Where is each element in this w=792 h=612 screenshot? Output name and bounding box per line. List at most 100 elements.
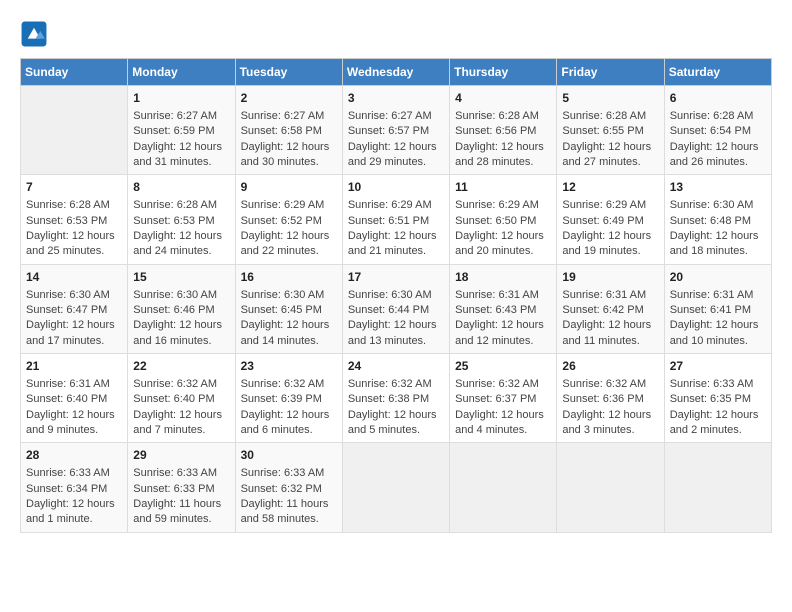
day-number: 15 [133,269,229,286]
cell-content: Sunrise: 6:28 AM [455,109,551,124]
calendar-cell: 6Sunrise: 6:28 AMSunset: 6:54 PMDaylight… [664,86,771,175]
cell-content: Daylight: 12 hours and 16 minutes. [133,318,229,349]
calendar-cell: 12Sunrise: 6:29 AMSunset: 6:49 PMDayligh… [557,175,664,264]
calendar-header: SundayMondayTuesdayWednesdayThursdayFrid… [21,59,772,86]
cell-content: Daylight: 12 hours and 17 minutes. [26,318,122,349]
calendar-cell: 2Sunrise: 6:27 AMSunset: 6:58 PMDaylight… [235,86,342,175]
cell-content: Daylight: 12 hours and 14 minutes. [241,318,337,349]
day-number: 22 [133,358,229,375]
cell-content: Sunrise: 6:30 AM [348,288,444,303]
cell-content: Sunrise: 6:31 AM [455,288,551,303]
calendar-cell [342,443,449,532]
calendar-cell: 17Sunrise: 6:30 AMSunset: 6:44 PMDayligh… [342,264,449,353]
calendar-cell: 7Sunrise: 6:28 AMSunset: 6:53 PMDaylight… [21,175,128,264]
calendar-cell [450,443,557,532]
cell-content: Daylight: 12 hours and 19 minutes. [562,229,658,260]
cell-content: Daylight: 11 hours and 59 minutes. [133,497,229,528]
cell-content: Daylight: 12 hours and 20 minutes. [455,229,551,260]
day-number: 13 [670,179,766,196]
cell-content: Sunset: 6:37 PM [455,392,551,407]
cell-content: Sunrise: 6:32 AM [562,377,658,392]
cell-content: Sunrise: 6:30 AM [26,288,122,303]
header-row: SundayMondayTuesdayWednesdayThursdayFrid… [21,59,772,86]
cell-content: Daylight: 12 hours and 12 minutes. [455,318,551,349]
day-number: 17 [348,269,444,286]
cell-content: Daylight: 12 hours and 18 minutes. [670,229,766,260]
cell-content: Sunset: 6:54 PM [670,124,766,139]
calendar-cell: 1Sunrise: 6:27 AMSunset: 6:59 PMDaylight… [128,86,235,175]
calendar-cell: 13Sunrise: 6:30 AMSunset: 6:48 PMDayligh… [664,175,771,264]
cell-content: Daylight: 12 hours and 5 minutes. [348,408,444,439]
cell-content: Sunrise: 6:30 AM [133,288,229,303]
cell-content: Daylight: 12 hours and 29 minutes. [348,140,444,171]
day-number: 9 [241,179,337,196]
calendar-cell [664,443,771,532]
cell-content: Daylight: 11 hours and 58 minutes. [241,497,337,528]
cell-content: Sunset: 6:48 PM [670,214,766,229]
cell-content: Sunrise: 6:32 AM [133,377,229,392]
calendar-cell: 11Sunrise: 6:29 AMSunset: 6:50 PMDayligh… [450,175,557,264]
cell-content: Daylight: 12 hours and 3 minutes. [562,408,658,439]
cell-content: Sunrise: 6:31 AM [562,288,658,303]
cell-content: Sunrise: 6:28 AM [133,198,229,213]
cell-content: Daylight: 12 hours and 30 minutes. [241,140,337,171]
day-number: 12 [562,179,658,196]
calendar-cell: 29Sunrise: 6:33 AMSunset: 6:33 PMDayligh… [128,443,235,532]
cell-content: Daylight: 12 hours and 31 minutes. [133,140,229,171]
cell-content: Sunrise: 6:29 AM [455,198,551,213]
cell-content: Sunset: 6:52 PM [241,214,337,229]
logo [20,20,52,48]
week-row-1: 7Sunrise: 6:28 AMSunset: 6:53 PMDaylight… [21,175,772,264]
cell-content: Sunset: 6:49 PM [562,214,658,229]
calendar-cell: 23Sunrise: 6:32 AMSunset: 6:39 PMDayligh… [235,354,342,443]
cell-content: Daylight: 12 hours and 27 minutes. [562,140,658,171]
cell-content: Daylight: 12 hours and 28 minutes. [455,140,551,171]
calendar-cell: 19Sunrise: 6:31 AMSunset: 6:42 PMDayligh… [557,264,664,353]
header-sunday: Sunday [21,59,128,86]
header-monday: Monday [128,59,235,86]
cell-content: Sunset: 6:50 PM [455,214,551,229]
cell-content: Daylight: 12 hours and 11 minutes. [562,318,658,349]
calendar-cell [21,86,128,175]
calendar-cell: 28Sunrise: 6:33 AMSunset: 6:34 PMDayligh… [21,443,128,532]
cell-content: Daylight: 12 hours and 6 minutes. [241,408,337,439]
day-number: 8 [133,179,229,196]
cell-content: Sunrise: 6:33 AM [241,466,337,481]
week-row-0: 1Sunrise: 6:27 AMSunset: 6:59 PMDaylight… [21,86,772,175]
day-number: 7 [26,179,122,196]
cell-content: Sunrise: 6:29 AM [241,198,337,213]
cell-content: Sunset: 6:47 PM [26,303,122,318]
cell-content: Sunrise: 6:27 AM [133,109,229,124]
calendar-cell [557,443,664,532]
cell-content: Sunset: 6:45 PM [241,303,337,318]
day-number: 25 [455,358,551,375]
cell-content: Daylight: 12 hours and 9 minutes. [26,408,122,439]
calendar-cell: 14Sunrise: 6:30 AMSunset: 6:47 PMDayligh… [21,264,128,353]
cell-content: Daylight: 12 hours and 24 minutes. [133,229,229,260]
day-number: 4 [455,90,551,107]
calendar-cell: 5Sunrise: 6:28 AMSunset: 6:55 PMDaylight… [557,86,664,175]
calendar-cell: 20Sunrise: 6:31 AMSunset: 6:41 PMDayligh… [664,264,771,353]
cell-content: Sunrise: 6:27 AM [348,109,444,124]
calendar-cell: 18Sunrise: 6:31 AMSunset: 6:43 PMDayligh… [450,264,557,353]
week-row-2: 14Sunrise: 6:30 AMSunset: 6:47 PMDayligh… [21,264,772,353]
cell-content: Sunset: 6:44 PM [348,303,444,318]
cell-content: Sunrise: 6:33 AM [133,466,229,481]
cell-content: Sunrise: 6:28 AM [26,198,122,213]
day-number: 28 [26,447,122,464]
cell-content: Sunrise: 6:28 AM [562,109,658,124]
page-header [20,20,772,48]
cell-content: Sunset: 6:39 PM [241,392,337,407]
cell-content: Sunset: 6:38 PM [348,392,444,407]
cell-content: Daylight: 12 hours and 1 minute. [26,497,122,528]
cell-content: Daylight: 12 hours and 21 minutes. [348,229,444,260]
cell-content: Sunrise: 6:27 AM [241,109,337,124]
cell-content: Sunset: 6:57 PM [348,124,444,139]
cell-content: Daylight: 12 hours and 25 minutes. [26,229,122,260]
cell-content: Sunset: 6:40 PM [26,392,122,407]
calendar-cell: 3Sunrise: 6:27 AMSunset: 6:57 PMDaylight… [342,86,449,175]
calendar-cell: 25Sunrise: 6:32 AMSunset: 6:37 PMDayligh… [450,354,557,443]
calendar-cell: 26Sunrise: 6:32 AMSunset: 6:36 PMDayligh… [557,354,664,443]
cell-content: Sunrise: 6:28 AM [670,109,766,124]
day-number: 10 [348,179,444,196]
